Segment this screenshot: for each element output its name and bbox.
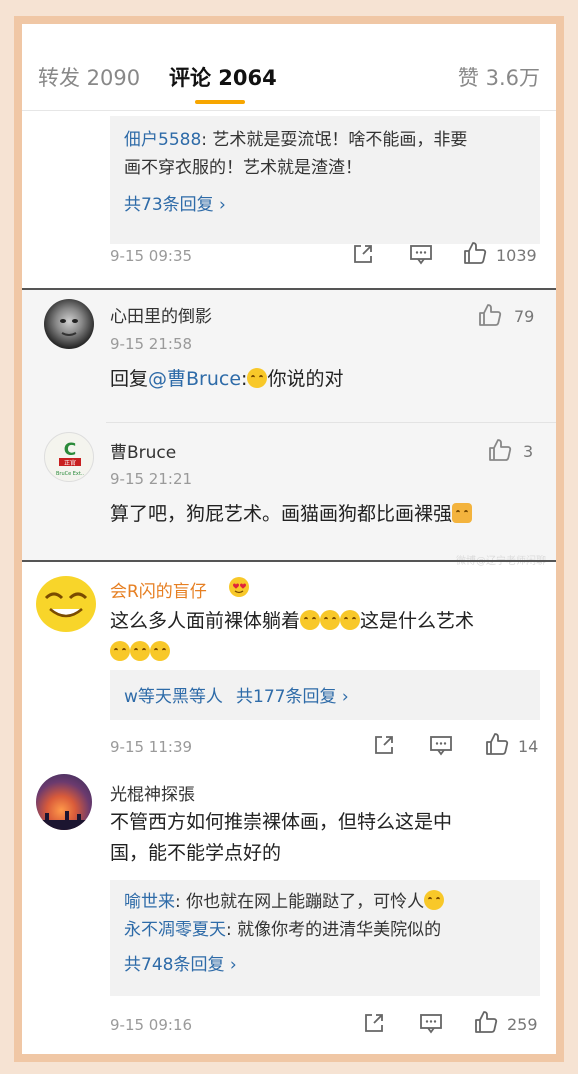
smile-emoji-icon xyxy=(247,368,268,388)
like-icon[interactable] xyxy=(485,732,509,760)
share-icon[interactable] xyxy=(363,1012,385,1038)
like-icon[interactable] xyxy=(488,438,512,466)
user-avatar[interactable] xyxy=(36,576,96,632)
emoji-icon xyxy=(300,610,321,630)
comment-text: 回复@曹Bruce: 你说的对 xyxy=(110,364,343,395)
reply-preview-box[interactable]: 佃户5588: 艺术就是耍流氓！啥不能画，非要 画不穿衣服的！艺术就是渣渣！ 共… xyxy=(110,116,540,244)
share-icon[interactable] xyxy=(352,243,374,269)
like-count: 259 xyxy=(507,1015,538,1034)
heart-eyes-emoji-icon xyxy=(229,577,249,597)
user-avatar[interactable] xyxy=(36,774,92,830)
comment-tabs: 转发 2090 评论 2064 赞 3.6万 xyxy=(22,24,556,112)
like-icon[interactable] xyxy=(478,303,502,331)
comment-icon[interactable] xyxy=(409,243,433,269)
reply-divider xyxy=(106,422,556,423)
reply-text: : 你也就在网上能蹦跶了，可怜人 xyxy=(175,892,425,912)
reply-preview-box[interactable]: 喻世来: 你也就在网上能蹦跶了，可怜人 永不凋零夏天: 就像你考的进清华美院似的… xyxy=(110,880,540,996)
comment-icon[interactable] xyxy=(429,734,453,760)
emoji-icon xyxy=(110,641,130,661)
emoji-icon xyxy=(452,503,473,523)
like-icon[interactable] xyxy=(463,241,487,269)
comment-time: 9-15 09:16 xyxy=(110,1016,193,1034)
more-replies-link[interactable]: 共748条回复 › xyxy=(124,950,526,975)
reply-text: : 艺术就是耍流氓！啥不能画，非要 xyxy=(201,130,468,150)
reply-text: 算了吧，狗屁艺术。画猫画狗都比画裸强 xyxy=(110,503,453,525)
section-divider xyxy=(22,560,556,562)
share-icon[interactable] xyxy=(373,734,395,760)
reply-line: 佃户5588: 艺术就是耍流氓！啥不能画，非要 xyxy=(124,126,526,154)
avatar-letter: C xyxy=(64,440,76,460)
reply-line: 喻世来: 你也就在网上能蹦跶了，可怜人 xyxy=(124,888,526,916)
comment-text-part: 这是什么艺术 xyxy=(360,610,475,632)
username[interactable]: 曹Bruce xyxy=(110,438,176,463)
comment-text: 算了吧，狗屁艺术。画猫画狗都比画裸强 xyxy=(110,499,473,530)
tab-comments[interactable]: 评论 2064 xyxy=(169,62,277,92)
user-avatar[interactable]: C 正官 BruCe Ext.. xyxy=(44,432,94,482)
reply-text: 你说的对 xyxy=(267,368,344,390)
username[interactable]: 会R闪的盲仔 xyxy=(110,577,207,602)
username[interactable]: 光棍神探張 xyxy=(110,780,195,805)
reply-prefix: 回复 xyxy=(110,368,149,390)
reply-username[interactable]: 佃户5588 xyxy=(124,130,201,150)
reply-username[interactable]: w等天黑等人 xyxy=(124,687,223,707)
comment-text-part: 这么多人面前裸体躺着 xyxy=(110,610,301,632)
avatar-caption: BruCe Ext.. xyxy=(56,471,84,477)
emoji-icon xyxy=(320,610,341,630)
like-icon[interactable] xyxy=(474,1010,498,1038)
avatar-badge: 正官 xyxy=(64,459,76,467)
like-count: 3 xyxy=(523,442,534,461)
more-replies-link[interactable]: 共73条回复 › xyxy=(124,190,526,215)
comment-text-line: 不管西方如何推崇裸体画，但特么这是中 xyxy=(110,811,453,833)
tab-repost[interactable]: 转发 2090 xyxy=(38,62,140,92)
screenshot-frame: 转发 2090 评论 2064 赞 3.6万 佃户5588: 艺术就是耍流氓！啥… xyxy=(14,16,564,1062)
active-tab-indicator xyxy=(195,100,245,104)
comment-text-line: 国，能不能学点好的 xyxy=(110,842,282,864)
comment-text: 不管西方如何推崇裸体画，但特么这是中 国，能不能学点好的 xyxy=(110,807,452,869)
username[interactable]: 心田里的倒影 xyxy=(110,302,212,327)
smile-emoji-icon xyxy=(424,890,445,910)
reply-text: : 就像你考的进清华美院似的 xyxy=(226,920,442,940)
comment-icon[interactable] xyxy=(419,1012,443,1038)
more-replies-link[interactable]: 共177条回复 › xyxy=(236,687,349,707)
like-count: 1039 xyxy=(496,246,537,265)
comment-time: 9-15 11:39 xyxy=(110,738,193,756)
reply-line-2: 画不穿衣服的！艺术就是渣渣！ xyxy=(124,158,362,178)
comment-time: 9-15 21:58 xyxy=(110,335,193,353)
reply-line: 永不凋零夏天: 就像你考的进清华美院似的 xyxy=(124,916,526,944)
tab-likes[interactable]: 赞 3.6万 xyxy=(458,62,540,92)
tabs-divider xyxy=(22,110,556,111)
comment-time: 9-15 09:35 xyxy=(110,247,193,265)
comment-text: 这么多人面前裸体躺着 这是什么艺术 xyxy=(110,606,550,668)
reply-username[interactable]: 喻世来 xyxy=(124,892,175,912)
emoji-icon xyxy=(340,610,361,630)
emoji-icon xyxy=(150,641,170,661)
comment-time: 9-15 21:21 xyxy=(110,470,193,488)
reply-preview-box[interactable]: w等天黑等人 共177条回复 › xyxy=(110,670,540,720)
emoji-icon xyxy=(130,641,150,661)
mention-link[interactable]: @曹Bruce xyxy=(148,368,241,390)
like-count: 79 xyxy=(514,307,535,326)
user-avatar[interactable] xyxy=(44,299,94,349)
like-count: 14 xyxy=(518,737,539,756)
reply-username[interactable]: 永不凋零夏天 xyxy=(124,920,226,940)
